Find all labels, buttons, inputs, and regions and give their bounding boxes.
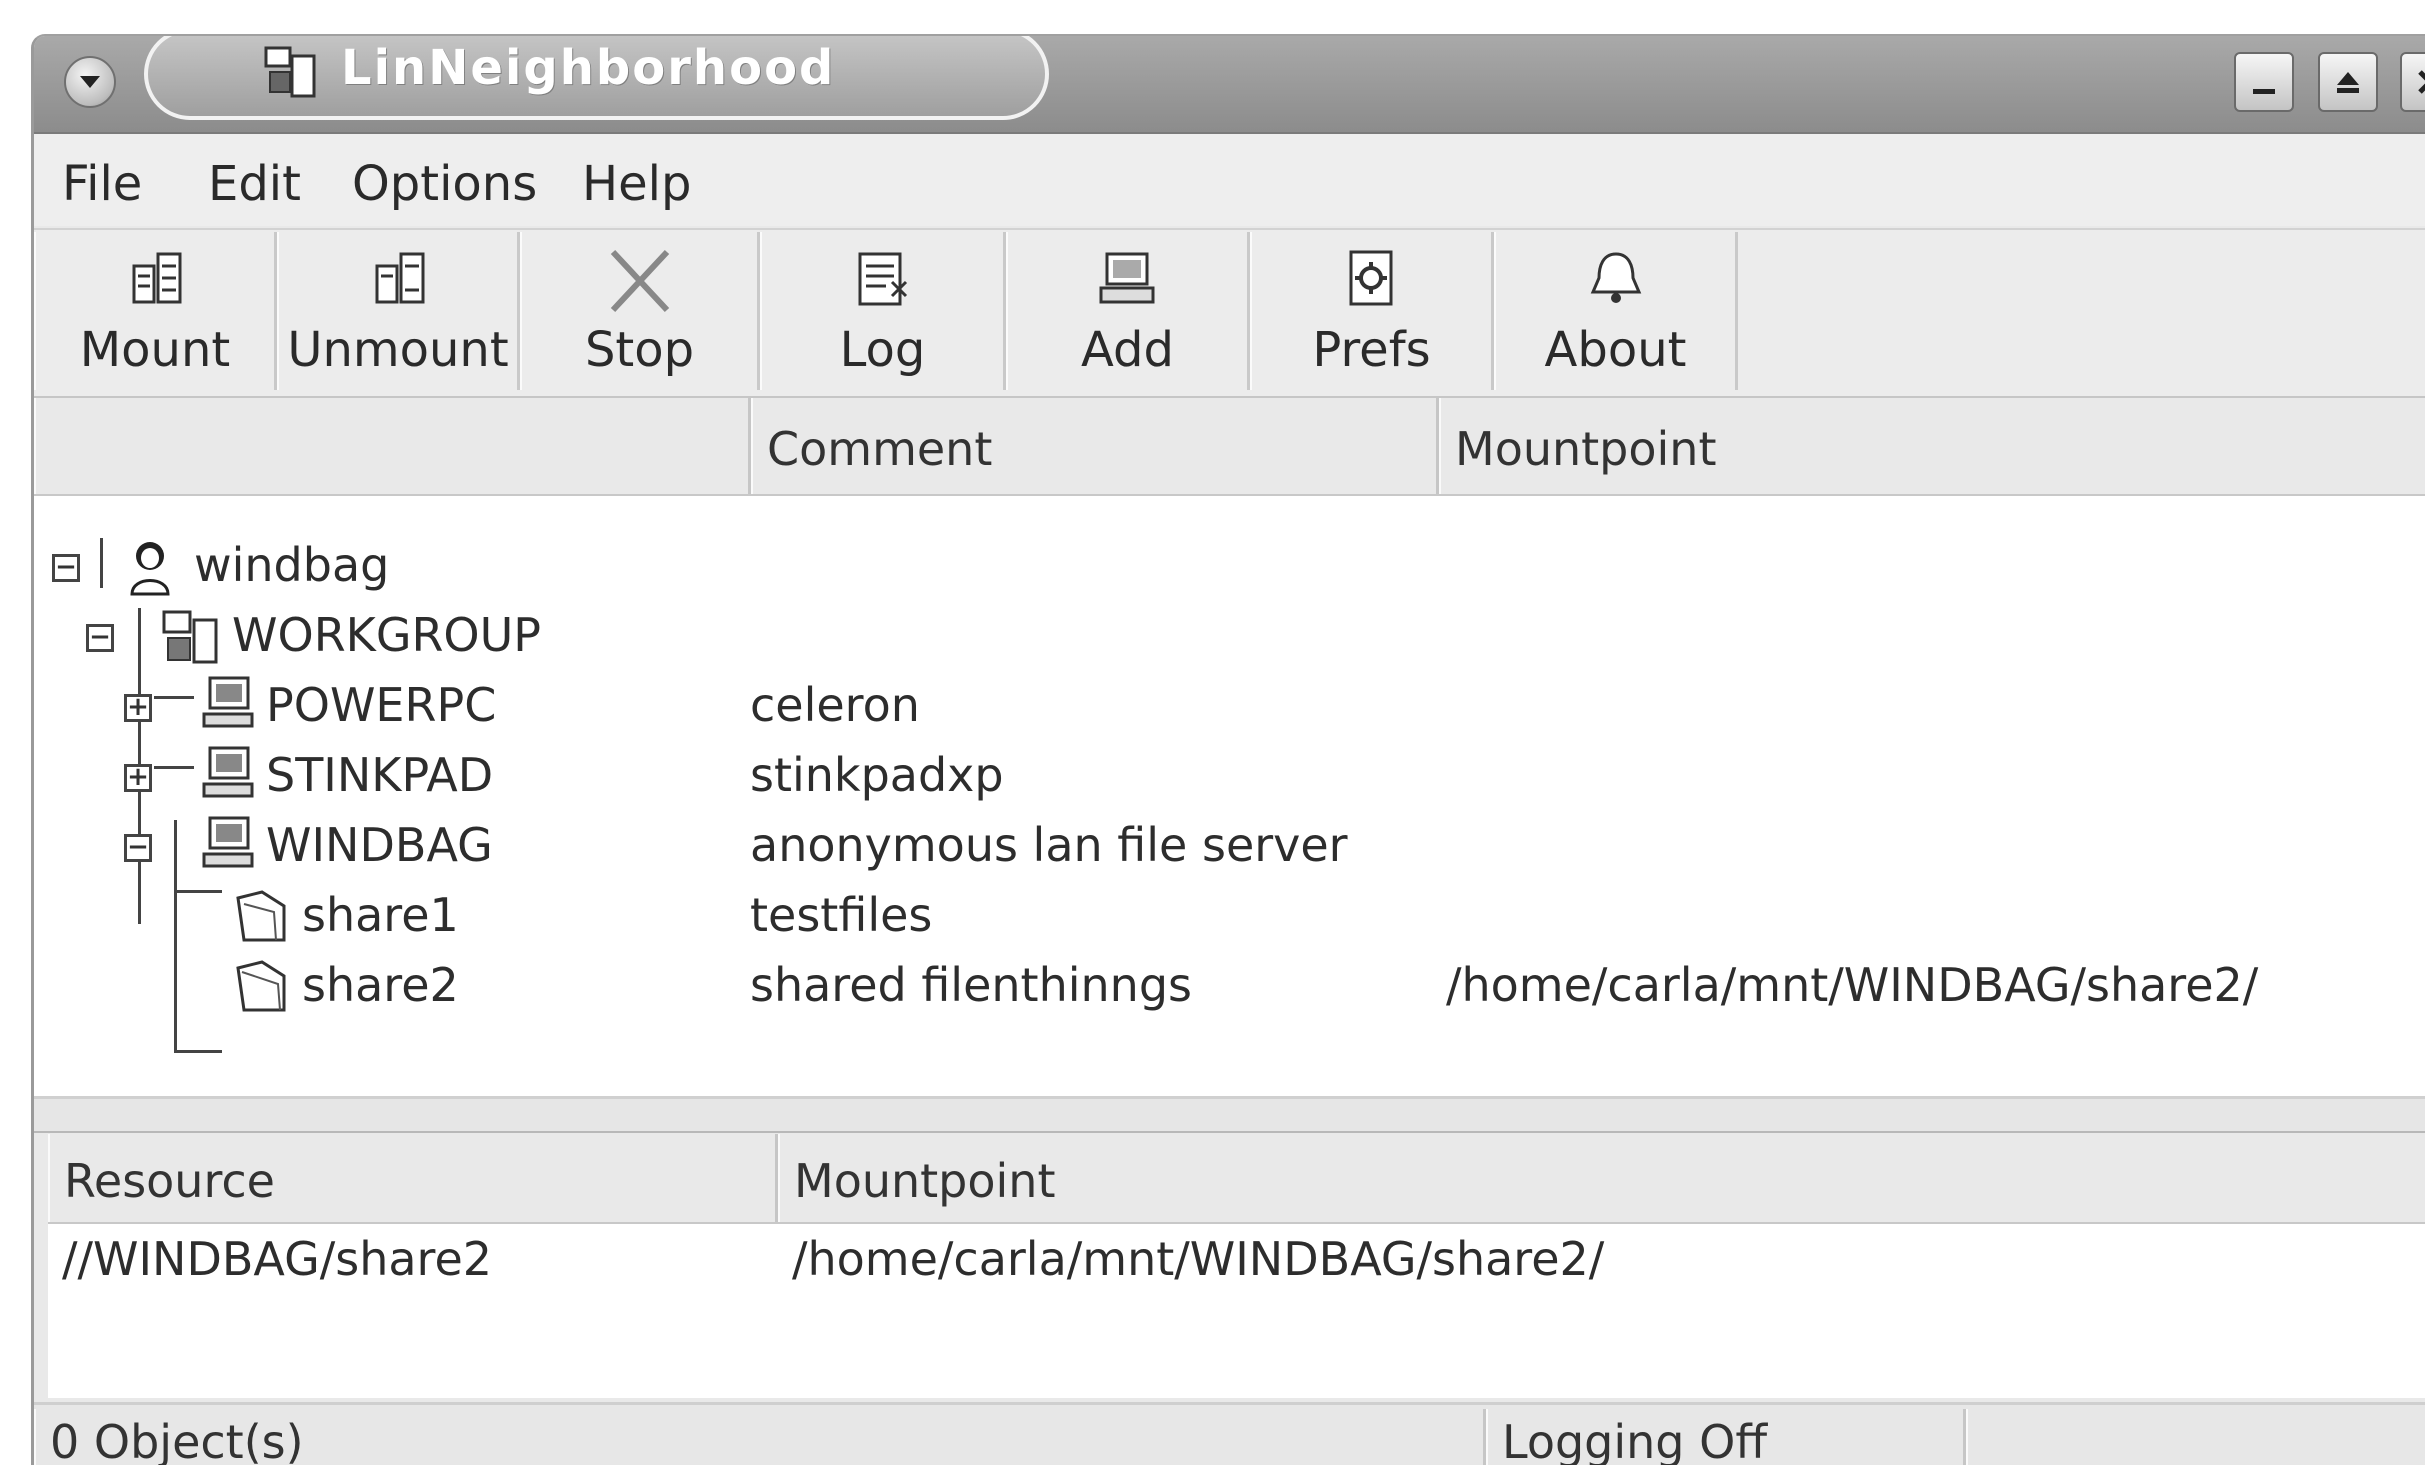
- add-icon: [1099, 252, 1154, 304]
- menu-options[interactable]: Options: [352, 156, 537, 212]
- column-header-comment-label: Comment: [767, 422, 993, 476]
- column-header-resource[interactable]: Resource: [48, 1134, 778, 1222]
- tree-item-share2[interactable]: share2: [302, 958, 459, 1012]
- mounts-header: Resource Mountpoint: [48, 1134, 2425, 1224]
- log-label: Log: [839, 322, 926, 378]
- maximize-button[interactable]: [2318, 52, 2378, 112]
- tree-line: [174, 890, 222, 893]
- column-header-resource-label: Resource: [64, 1154, 275, 1208]
- app-window: LinNeighborhood File Edit Options Help M…: [31, 34, 2425, 1465]
- about-label: About: [1544, 322, 1687, 378]
- folder-icon: [236, 960, 286, 1012]
- column-header-name[interactable]: [34, 398, 751, 494]
- folder-icon: [236, 890, 286, 942]
- close-button[interactable]: [2400, 52, 2425, 112]
- unmount-button[interactable]: Unmount: [277, 232, 520, 390]
- eject-icon: [2337, 72, 2359, 93]
- prefs-label: Prefs: [1312, 322, 1431, 378]
- mount-mountpoint: /home/carla/mnt/WINDBAG/share2/: [792, 1232, 1605, 1286]
- mount-icon: [132, 252, 182, 304]
- menu-help[interactable]: Help: [582, 156, 691, 212]
- table-row[interactable]: //WINDBAG/share2 /home/carla/mnt/WINDBAG…: [48, 1228, 2425, 1288]
- collapse-toggle[interactable]: −: [52, 554, 80, 582]
- column-header-mountpoint-label: Mountpoint: [1455, 422, 1717, 476]
- mount-label: Mount: [79, 322, 231, 378]
- pane-splitter[interactable]: [34, 1096, 2425, 1133]
- column-header-mount-mountpoint[interactable]: Mountpoint: [778, 1134, 2425, 1222]
- minimize-icon: [2253, 89, 2275, 94]
- tree-header: Comment Mountpoint: [34, 398, 2425, 496]
- status-objects: 0 Object(s): [50, 1415, 304, 1465]
- about-button[interactable]: About: [1494, 232, 1738, 390]
- mounts-list: //WINDBAG/share2 /home/carla/mnt/WINDBAG…: [48, 1224, 2425, 1398]
- stop-button[interactable]: Stop: [520, 232, 760, 390]
- status-bar: 0 Object(s) Logging Off: [34, 1402, 2425, 1465]
- tree-item-workgroup[interactable]: WORKGROUP: [232, 608, 541, 662]
- tree-line: [174, 820, 177, 1052]
- close-icon: [2418, 70, 2425, 94]
- menu-file[interactable]: File: [62, 156, 142, 212]
- tree-line: [174, 1050, 222, 1053]
- tree-comment-share1: testfiles: [750, 888, 933, 942]
- expand-toggle[interactable]: +: [124, 694, 152, 722]
- collapse-toggle[interactable]: −: [86, 624, 114, 652]
- tree-item-stinkpad[interactable]: STINKPAD: [266, 748, 493, 802]
- mount-resource: //WINDBAG/share2: [62, 1232, 493, 1286]
- mount-button[interactable]: Mount: [34, 232, 277, 390]
- status-extra-cell: [1966, 1409, 2425, 1465]
- stop-icon: [610, 249, 669, 313]
- minimize-button[interactable]: [2234, 52, 2294, 112]
- tree-line: [154, 696, 194, 699]
- app-network-icon: [264, 46, 316, 98]
- status-logging-cell: Logging Off: [1486, 1409, 1966, 1465]
- prefs-button[interactable]: Prefs: [1250, 232, 1494, 390]
- toolbar: Mount Unmount Stop Log Add Prefs About: [34, 228, 2425, 398]
- computer-icon: [202, 676, 254, 728]
- status-logging: Logging Off: [1502, 1415, 1768, 1465]
- add-button[interactable]: Add: [1006, 232, 1250, 390]
- unmount-label: Unmount: [287, 322, 509, 378]
- log-icon: [858, 252, 907, 306]
- status-objects-cell: 0 Object(s): [34, 1409, 1486, 1465]
- menu-edit[interactable]: Edit: [208, 156, 301, 212]
- about-icon: [1590, 252, 1641, 303]
- computer-icon: [202, 746, 254, 798]
- window-menu-button[interactable]: [64, 56, 116, 108]
- tree-item-windbag-host[interactable]: WINDBAG: [266, 818, 493, 872]
- column-header-mountpoint[interactable]: Mountpoint: [1439, 398, 2425, 494]
- network-tree: − windbag − WORKGROUP + POWERPC celeron …: [34, 496, 2425, 1096]
- tree-comment-stinkpad: stinkpadxp: [750, 748, 1004, 802]
- tree-item-windbag[interactable]: windbag: [194, 538, 389, 592]
- column-header-comment[interactable]: Comment: [751, 398, 1439, 494]
- tree-line: [154, 766, 194, 769]
- menu-bar: File Edit Options Help: [34, 134, 2425, 226]
- add-label: Add: [1081, 322, 1174, 378]
- expand-toggle[interactable]: +: [124, 764, 152, 792]
- collapse-toggle[interactable]: −: [124, 834, 152, 862]
- tree-line: [100, 538, 103, 588]
- workgroup-icon: [162, 610, 218, 664]
- column-header-mount-mountpoint-label: Mountpoint: [794, 1154, 1056, 1208]
- chevron-down-icon: [80, 76, 100, 88]
- tree-comment-share2: shared filenthinngs: [750, 958, 1192, 1012]
- log-button[interactable]: Log: [760, 232, 1006, 390]
- unmount-icon: [375, 252, 425, 304]
- title-bar[interactable]: LinNeighborhood: [34, 36, 2425, 134]
- tree-comment-powerpc: celeron: [750, 678, 920, 732]
- stop-label: Stop: [584, 322, 695, 378]
- computer-icon: [202, 816, 254, 868]
- tree-mountpoint-share2: /home/carla/mnt/WINDBAG/share2/: [1446, 958, 2259, 1012]
- tree-item-share1[interactable]: share1: [302, 888, 459, 942]
- tree-item-powerpc[interactable]: POWERPC: [266, 678, 496, 732]
- window-title: LinNeighborhood: [341, 40, 836, 96]
- user-icon: [130, 542, 170, 596]
- prefs-icon: [1349, 250, 1392, 306]
- tree-comment-windbag-host: anonymous lan file server: [750, 818, 1348, 872]
